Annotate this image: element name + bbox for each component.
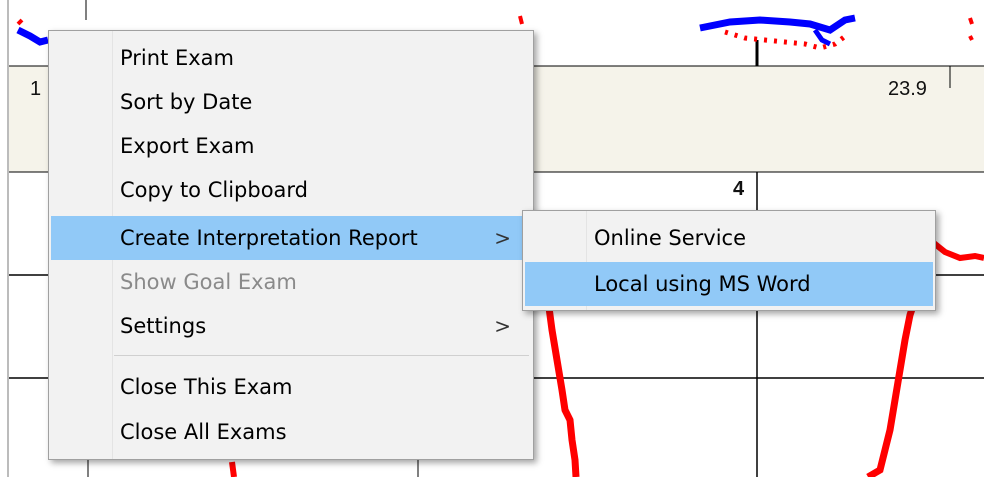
menu-item-label: Settings	[120, 314, 207, 338]
submenu-arrow-icon: >	[494, 314, 511, 338]
red-trace-right	[866, 298, 919, 477]
menu-item-label: Copy to Clipboard	[120, 178, 309, 202]
info-value: 23.9	[888, 78, 927, 100]
submenu-arrow-icon: >	[494, 226, 511, 250]
menu-item-copy-to-clipboard[interactable]: Copy to Clipboard	[51, 168, 531, 212]
red-mark-top-mid	[518, 15, 524, 25]
menu-item-label: Close All Exams	[120, 420, 287, 444]
menu-item-close-all-exams[interactable]: Close All Exams	[51, 410, 531, 454]
menu-item-label: Print Exam	[120, 46, 235, 70]
info-left-char: 1	[30, 78, 42, 100]
context-menu: Print Exam Sort by Date Export Exam Copy…	[48, 30, 534, 460]
menu-item-export-exam[interactable]: Export Exam	[51, 124, 531, 168]
menu-item-label: Show Goal Exam	[120, 270, 297, 294]
red-mark-left	[16, 18, 24, 26]
menu-item-settings[interactable]: Settings >	[51, 304, 531, 348]
menu-item-label: Export Exam	[120, 134, 255, 158]
red-trace-bottom-left	[229, 461, 237, 477]
menu-item-sort-by-date[interactable]: Sort by Date	[51, 80, 531, 124]
red-trace-right-top	[928, 237, 984, 262]
red-mark-right	[968, 17, 974, 41]
menu-item-show-goal-exam[interactable]: Show Goal Exam	[51, 260, 531, 304]
red-dotted-trace-top	[724, 29, 850, 51]
menu-item-label: Create Interpretation Report	[120, 226, 418, 250]
blue-trace-left	[16, 26, 49, 46]
menu-item-label: Close This Exam	[120, 375, 293, 399]
interpretation-report-submenu: Online Service Local using MS Word	[522, 210, 936, 311]
menu-item-print-exam[interactable]: Print Exam	[51, 36, 531, 80]
menu-item-label: Online Service	[594, 226, 747, 250]
blue-trace-top	[699, 14, 856, 34]
submenu-item-local-ms-word[interactable]: Local using MS Word	[525, 262, 933, 306]
menu-separator	[114, 355, 529, 356]
menu-item-label: Sort by Date	[120, 90, 253, 114]
submenu-item-online-service[interactable]: Online Service	[525, 216, 933, 260]
column-label: 4	[733, 178, 745, 200]
menu-item-label: Local using MS Word	[594, 272, 811, 296]
menu-item-create-interpretation-report[interactable]: Create Interpretation Report >	[51, 216, 531, 260]
menu-item-close-this-exam[interactable]: Close This Exam	[51, 365, 531, 409]
